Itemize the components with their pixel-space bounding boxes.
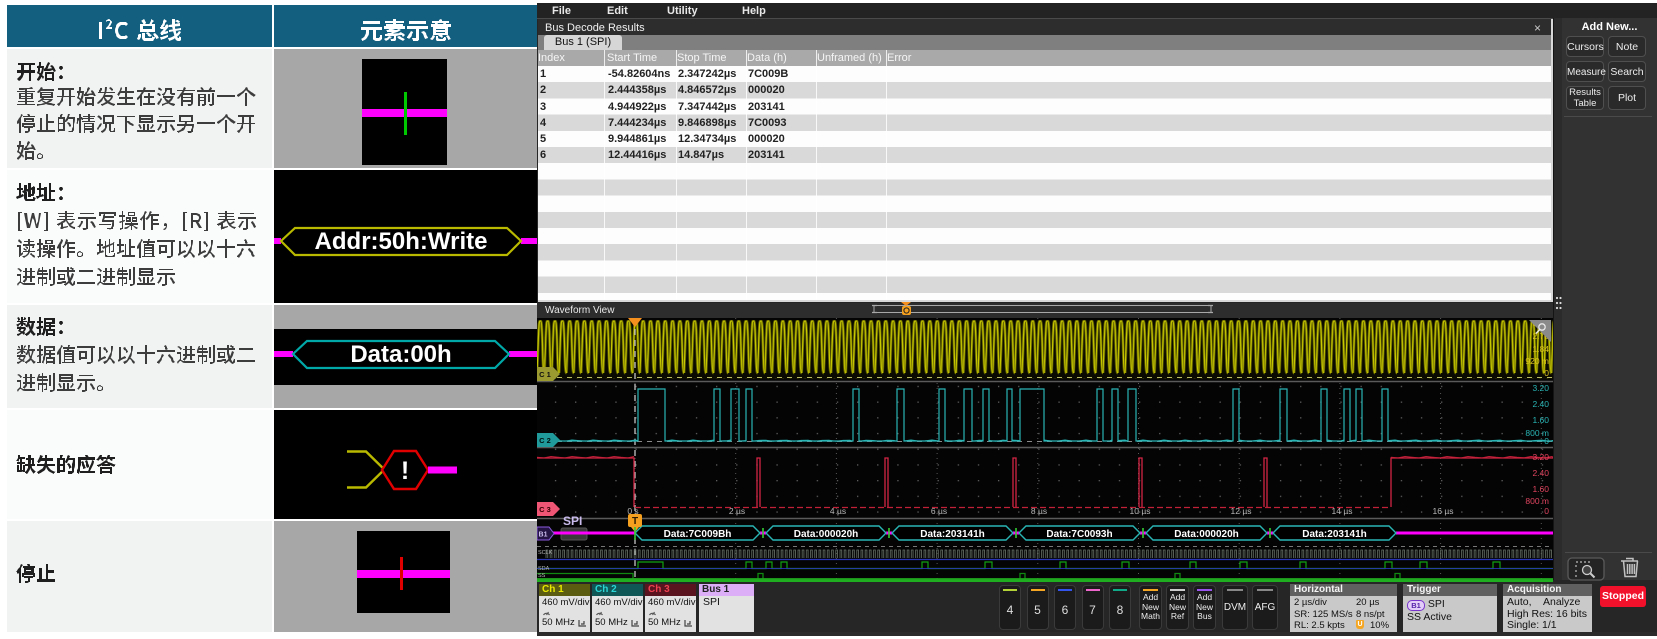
svg-text:Addr:50h:Write: Addr:50h:Write [315,228,488,255]
svg-text:C 2: C 2 [539,436,551,445]
svg-text:8 µs: 8 µs [1031,506,1047,516]
svg-text:!: ! [401,457,409,485]
svg-text:SPI: SPI [563,514,582,528]
svg-text:Data:00h: Data:00h [350,341,451,368]
svg-text:1.84: 1.84 [1532,344,1549,354]
svg-text:920 m: 920 m [1525,356,1549,366]
svg-text:SCLK: SCLK [538,550,553,556]
svg-text:14 µs: 14 µs [1332,506,1353,516]
svg-text:2.40: 2.40 [1532,399,1549,409]
svg-text:SDA: SDA [538,566,550,572]
svg-text:16 µs: 16 µs [1433,506,1454,516]
svg-text:Data:7C0093h: Data:7C0093h [1046,529,1112,540]
svg-text:3.20: 3.20 [1532,383,1549,393]
svg-text:10 µs: 10 µs [1130,506,1151,516]
svg-text:Data:000020h: Data:000020h [794,529,858,540]
svg-text:800 m: 800 m [1525,496,1549,506]
svg-text:Data:000020h: Data:000020h [1174,529,1238,540]
svg-text:Data:203141h: Data:203141h [1302,529,1366,540]
svg-text:2 µs: 2 µs [729,506,745,516]
svg-text:1.60: 1.60 [1532,484,1549,494]
svg-text:SS: SS [538,573,546,579]
svg-text:C 3: C 3 [539,505,551,514]
svg-text:0: 0 [1544,506,1549,516]
svg-text:T: T [632,516,638,527]
svg-text:3.20: 3.20 [1532,452,1549,462]
svg-text:Data:7C009Bh: Data:7C009Bh [664,529,732,540]
svg-text:B1: B1 [539,532,548,539]
svg-text:6 µs: 6 µs [931,506,947,516]
svg-text:C 1: C 1 [539,370,551,379]
svg-text:2.40: 2.40 [1532,468,1549,478]
svg-text:1.60: 1.60 [1532,415,1549,425]
svg-text:4 µs: 4 µs [830,506,846,516]
svg-text:12 µs: 12 µs [1231,506,1252,516]
svg-text:0: 0 [1544,436,1549,446]
svg-text:0: 0 [1544,368,1549,378]
svg-text:Data:203141h: Data:203141h [920,529,984,540]
